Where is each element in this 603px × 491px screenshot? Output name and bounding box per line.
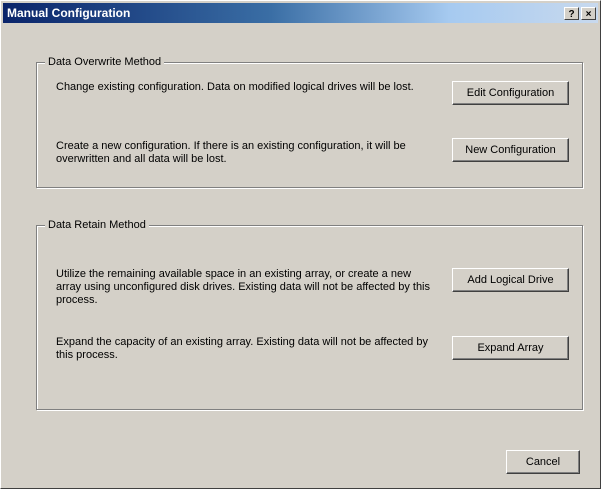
data-retain-legend: Data Retain Method [45,218,149,232]
add-logical-drive-description: Utilize the remaining available space in… [56,268,430,306]
help-button[interactable]: ? [564,7,579,20]
cancel-button[interactable]: Cancel [506,450,580,474]
expand-array-button[interactable]: Expand Array [452,336,569,360]
edit-configuration-description: Change existing configuration. Data on m… [56,81,414,93]
new-configuration-description: Create a new configuration. If there is … [56,140,406,165]
title-bar[interactable]: Manual Configuration ? × [3,3,598,23]
expand-array-description: Expand the capacity of an existing array… [56,336,428,361]
edit-configuration-button[interactable]: Edit Configuration [452,81,569,105]
close-icon: × [585,9,592,20]
data-overwrite-legend: Data Overwrite Method [45,55,165,69]
window-title: Manual Configuration [7,6,131,20]
close-button[interactable]: × [581,7,596,20]
new-configuration-button[interactable]: New Configuration [452,138,569,162]
help-icon: ? [568,9,575,20]
manual-configuration-dialog: Manual Configuration ? × Data Overwrite … [0,0,601,489]
add-logical-drive-button[interactable]: Add Logical Drive [452,268,569,292]
data-retain-group: Data Retain Method [36,218,583,410]
